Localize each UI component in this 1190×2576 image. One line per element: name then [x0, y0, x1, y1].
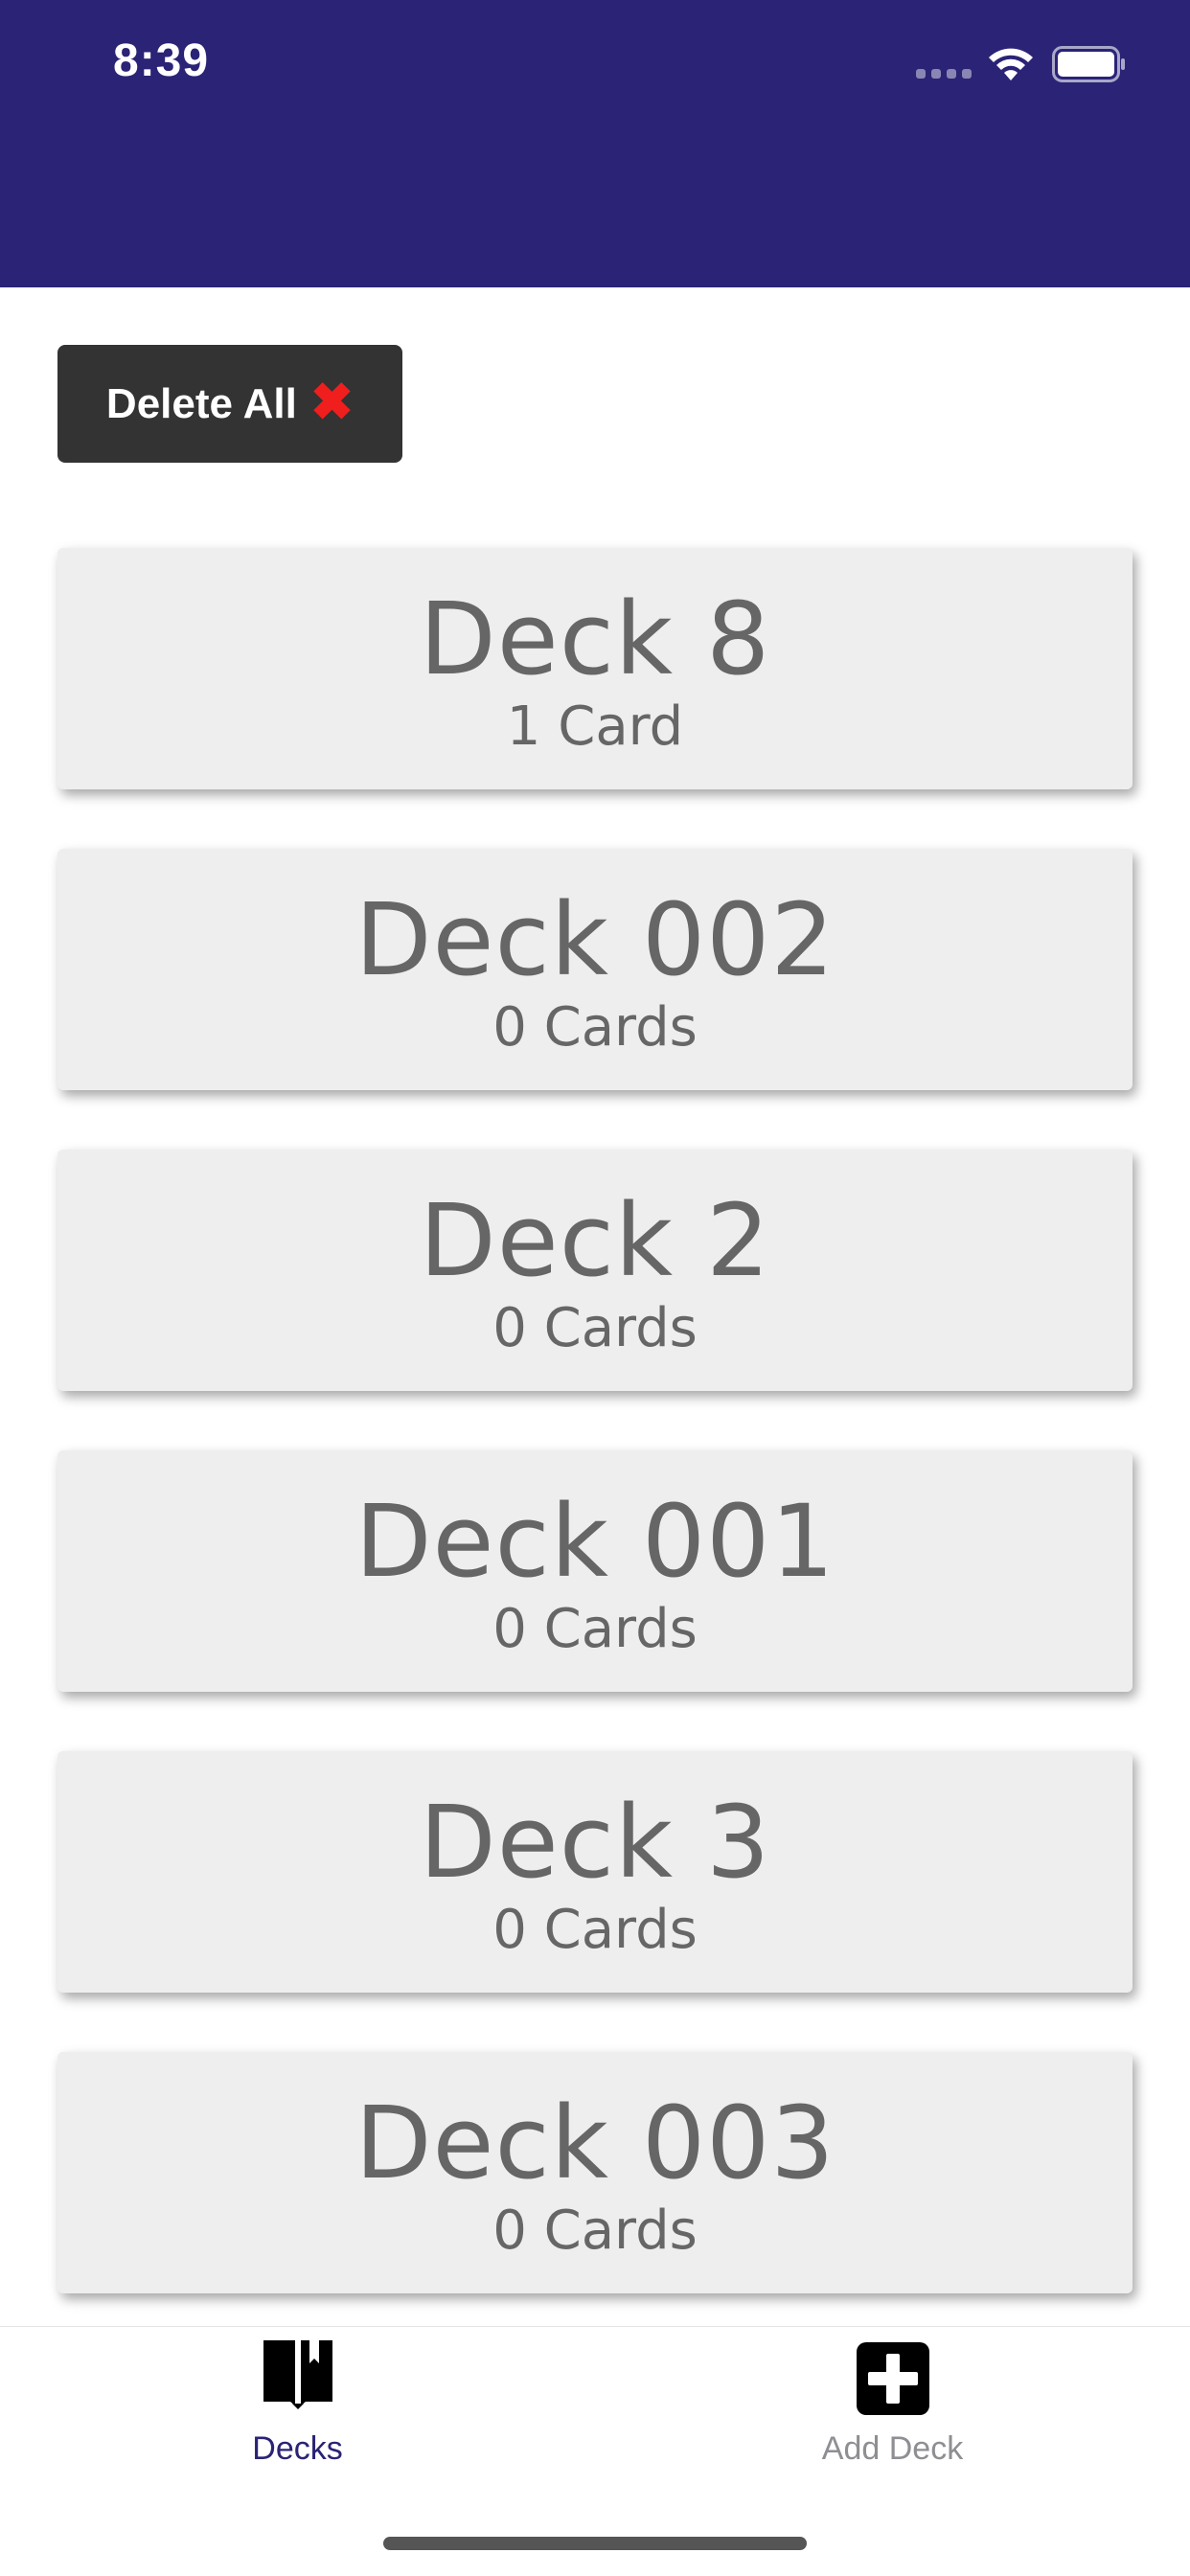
tab-add-deck-label: Add Deck	[821, 2430, 964, 2467]
tab-decks[interactable]: Decks	[0, 2327, 595, 2499]
status-time: 8:39	[113, 35, 210, 86]
plus-square-icon	[856, 2342, 929, 2415]
deck-card[interactable]: Deck 3 0 Cards	[57, 1751, 1133, 1993]
tab-add-deck[interactable]: Add Deck	[595, 2327, 1190, 2499]
deck-title: Deck 3	[419, 1784, 771, 1901]
cellular-signal-icon	[916, 69, 972, 79]
delete-all-button[interactable]: Delete All ✖	[57, 345, 402, 463]
deck-card-count: 0 Cards	[492, 1598, 698, 1660]
home-indicator	[383, 2537, 807, 2550]
deck-card-count: 1 Card	[506, 695, 684, 758]
delete-x-icon: ✖	[309, 373, 355, 431]
deck-card-count: 0 Cards	[492, 996, 698, 1059]
delete-all-label: Delete All	[105, 379, 297, 427]
deck-card[interactable]: Deck 002 0 Cards	[57, 849, 1133, 1090]
deck-card[interactable]: Deck 003 0 Cards	[57, 2052, 1133, 2293]
deck-card-count: 0 Cards	[492, 2200, 698, 2262]
app-header: 8:39	[0, 0, 1190, 287]
deck-card[interactable]: Deck 8 1 Card	[57, 548, 1133, 789]
deck-title: Deck 001	[355, 1483, 835, 1600]
book-icon	[263, 2340, 332, 2409]
deck-title: Deck 002	[355, 881, 835, 998]
deck-title: Deck 003	[355, 2085, 835, 2201]
deck-title: Deck 8	[419, 581, 771, 697]
wifi-icon	[989, 48, 1033, 80]
deck-card[interactable]: Deck 2 0 Cards	[57, 1150, 1133, 1391]
deck-card[interactable]: Deck 001 0 Cards	[57, 1450, 1133, 1692]
deck-card-count: 0 Cards	[492, 1297, 698, 1359]
deck-list: Deck 8 1 Card Deck 002 0 Cards Deck 2 0 …	[57, 548, 1133, 2353]
deck-title: Deck 2	[419, 1182, 771, 1299]
deck-card-count: 0 Cards	[492, 1899, 698, 1961]
battery-icon	[1052, 46, 1125, 82]
tab-decks-label: Decks	[252, 2430, 343, 2467]
